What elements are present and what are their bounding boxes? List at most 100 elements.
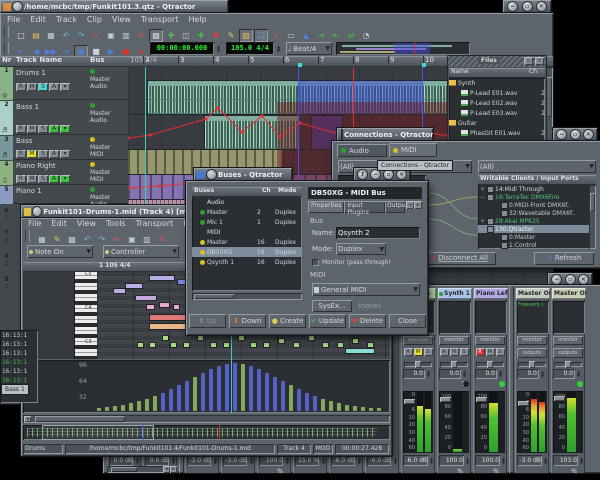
save-session-icon[interactable]: ▦ — [44, 29, 59, 42]
record-button[interactable]: R — [16, 125, 26, 133]
close-icon[interactable]: ✕ — [397, 170, 406, 179]
file-item[interactable]: P-Lead E03.wav 2 — [449, 108, 545, 118]
velocity-bar[interactable] — [161, 393, 165, 411]
fader-handle[interactable] — [440, 397, 451, 402]
pan-handle[interactable] — [487, 361, 493, 368]
solo-button[interactable]: S — [459, 348, 469, 356]
file-item[interactable]: Synth — [449, 78, 545, 88]
track-badge[interactable]: 8 ♫ — [0, 253, 13, 275]
new-session-icon[interactable]: ▢ — [14, 29, 29, 42]
track-properties-icon[interactable]: ✎ — [224, 29, 239, 42]
velocity-bar[interactable] — [321, 399, 325, 411]
expander-icon[interactable]: + — [480, 218, 486, 225]
solo-button[interactable]: S — [495, 348, 505, 356]
file-item[interactable]: P-Lead E02.wav 2 — [449, 98, 545, 108]
velocity-bar[interactable] — [281, 381, 285, 411]
gain-spinner[interactable]: ▲ ▼ — [356, 455, 363, 466]
velocity-bar[interactable] — [97, 408, 101, 411]
mute-button[interactable]: M — [27, 83, 37, 91]
pane-divider[interactable] — [509, 285, 514, 473]
client-port-item[interactable]: − 130:Qtractor — [478, 225, 596, 233]
help-icon[interactable]: ? — [358, 170, 367, 179]
velocity-bar[interactable] — [345, 405, 349, 411]
gain-spinner[interactable]: ▲ ▼ — [428, 455, 435, 466]
expander-icon[interactable]: + — [480, 186, 486, 193]
menu-item[interactable]: Edit — [46, 218, 72, 229]
velocity-bar[interactable] — [185, 381, 189, 411]
paste-icon[interactable]: ▥ — [119, 29, 134, 42]
velocity-bar[interactable] — [145, 399, 149, 411]
gain-spinner[interactable]: ▲ ▼ — [392, 455, 399, 466]
velocity-bar[interactable] — [337, 403, 341, 411]
velocity-bar[interactable] — [201, 373, 205, 411]
solo-button[interactable]: S — [38, 150, 48, 158]
toolbar-handle[interactable] — [25, 230, 30, 242]
pan-spinner[interactable]: ▲ ▼ — [539, 369, 546, 379]
monitor-button[interactable]: monitor — [517, 336, 547, 345]
gain-value[interactable]: 100.0 % — [439, 455, 464, 473]
velocity-bar[interactable] — [129, 403, 133, 411]
client-port-item[interactable]: 0:MIDI-Front DMX6f.. — [478, 201, 596, 209]
tempo-spinner[interactable]: ▲ ▼ — [275, 42, 282, 55]
piano-keys[interactable]: C5 C4 C3 — [75, 272, 97, 359]
minimize-icon[interactable]: − — [557, 130, 567, 139]
menu-item[interactable]: View — [72, 218, 101, 229]
monitor-button[interactable]: monitor — [403, 336, 433, 345]
velocity-bar[interactable] — [113, 406, 117, 411]
scroll-right-icon[interactable]: ▸ — [170, 466, 177, 473]
velocity-bar[interactable] — [233, 363, 237, 411]
solo-button[interactable]: S — [38, 175, 48, 183]
delete-button[interactable]: ✖ Delete — [349, 314, 386, 328]
monitor-button[interactable]: monitor — [553, 336, 583, 345]
gain-spinner[interactable]: ▲ ▼ — [212, 455, 219, 466]
value-type-combo[interactable]: Controller ▼ — [103, 245, 179, 258]
close-icon[interactable]: ✕ — [583, 130, 593, 139]
files-panel-titlebar[interactable]: Files ▫ ✕ — [448, 56, 546, 67]
pan-slider[interactable] — [476, 361, 504, 368]
velocity-bar[interactable] — [329, 401, 333, 411]
pan-spinner[interactable]: ▲ ▼ — [425, 369, 432, 379]
track-row-drums[interactable]: 1 ◎ Drums 1 R M S A ▾ Master Audio — [0, 67, 128, 100]
tab-scroll-left-icon[interactable]: ◂ — [405, 201, 414, 209]
tab-properties[interactable]: Properties — [308, 201, 345, 213]
close-icon[interactable]: ✕ — [535, 57, 544, 65]
bus-item[interactable]: Qsynth 1 16 Duplex — [192, 257, 302, 267]
mute-button[interactable]: M — [27, 150, 37, 158]
solo-button[interactable]: S — [423, 348, 433, 356]
minimize-icon[interactable]: − — [508, 2, 518, 11]
velocity-bar[interactable] — [369, 408, 373, 411]
track-row-bass1[interactable]: 2 ♬ Bass 1 R M S A ▾ Master Audio — [0, 101, 128, 135]
monitor-checkbox[interactable] — [312, 259, 319, 266]
outputs-button[interactable]: outputs — [553, 348, 583, 358]
gain-spinner[interactable]: ▲ ▼ — [500, 455, 507, 466]
down-button[interactable]: ⬇ Down — [229, 314, 266, 328]
connections-title-tab[interactable]: Connections - Qtractor — [337, 128, 433, 141]
track-row-piano-right[interactable]: 4 ♫ Piano Right R M S A ▾ Master MIDI — [0, 161, 128, 185]
menu-item[interactable]: File — [2, 14, 25, 25]
solo-button[interactable]: S — [38, 83, 48, 91]
mixer-hscrollbar[interactable]: ◂ ▸ — [107, 466, 177, 473]
pan-handle[interactable] — [415, 361, 421, 368]
instrument-combo[interactable]: General MIDI ▼ — [312, 283, 420, 296]
velocity-bar[interactable] — [297, 389, 301, 411]
menu-item[interactable]: View — [107, 14, 136, 25]
controller-lane[interactable]: 96 64 32 — [23, 360, 390, 413]
scrollbar-thumb[interactable] — [546, 77, 552, 117]
tab-scroll-right-icon[interactable]: ▸ — [413, 201, 422, 209]
tree-vscrollbar[interactable] — [589, 185, 596, 249]
bus-item[interactable]: MIDI — [192, 227, 302, 237]
gain-spinner[interactable]: ▲ ▼ — [170, 455, 177, 466]
gain-value[interactable]: 100.0 % — [259, 455, 283, 473]
pan-spinner[interactable]: ▲ ▼ — [575, 369, 582, 379]
record-button[interactable]: R — [403, 348, 413, 356]
tab-midi[interactable]: MIDI — [389, 143, 437, 157]
copy-icon[interactable]: ▣ — [104, 29, 119, 42]
gain-value[interactable]: -3.0 dB — [223, 455, 247, 466]
punch-in-icon[interactable]: ⇥ — [314, 29, 329, 42]
clock-icon[interactable]: ◔ — [359, 29, 374, 42]
create-button[interactable]: ● Create — [269, 314, 306, 328]
velocity-bar[interactable] — [265, 373, 269, 411]
velocity-bar[interactable] — [121, 405, 125, 411]
mute-button[interactable]: M — [449, 348, 459, 356]
buses-list-header[interactable]: Buses Ch Mode — [192, 187, 302, 197]
